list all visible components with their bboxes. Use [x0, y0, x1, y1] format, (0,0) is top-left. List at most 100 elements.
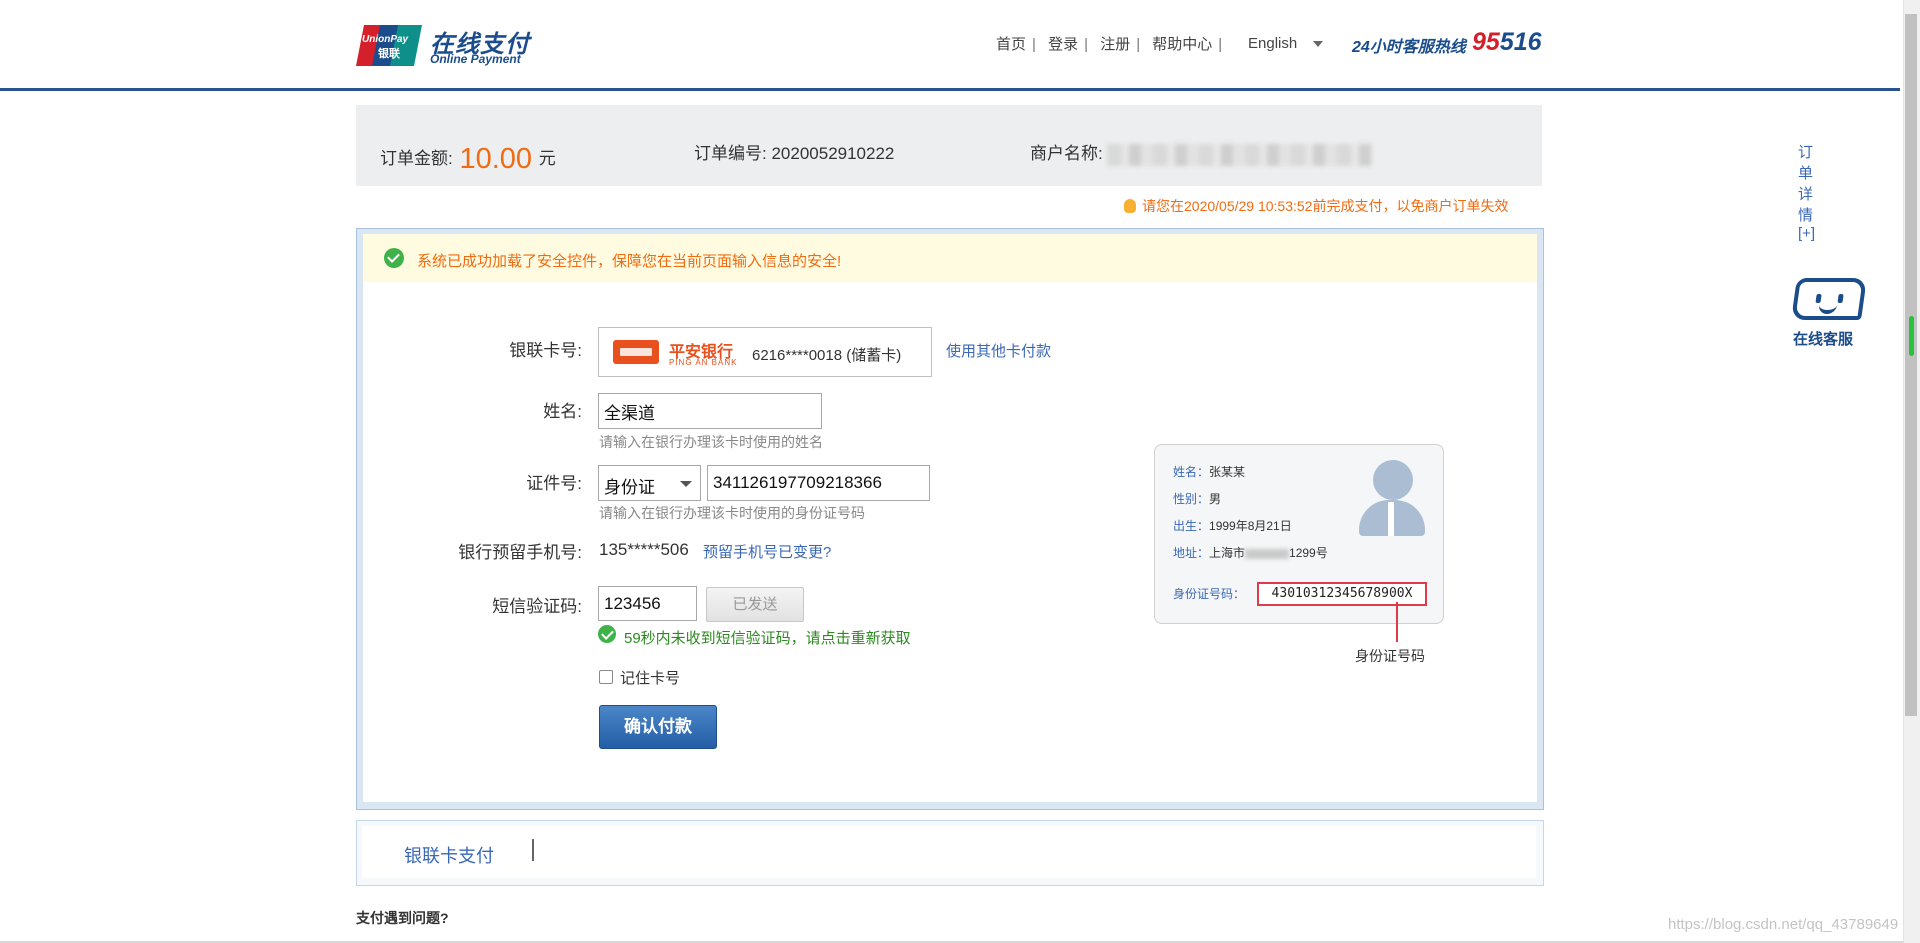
phone-changed-link[interactable]: 预留手机号已变更?: [703, 541, 831, 562]
deadline-notice: 请您在2020/05/29 10:53:52前完成支付，以免商户订单失效: [1124, 196, 1508, 216]
payment-problem-heading: 支付遇到问题?: [356, 910, 449, 926]
id-card-gender-val: 男: [1209, 492, 1222, 506]
page-header: UnionPay 银联 在线支付 Online Payment 首页 | 登录 | …: [0, 0, 1900, 91]
badge-cn-text: 银联: [378, 46, 400, 60]
online-service-label: 在线客服: [1793, 331, 1854, 348]
id-card-address-key: 地址：: [1173, 546, 1210, 560]
chat-face-icon: [1791, 278, 1867, 320]
hotline-number-part-b: 516: [1499, 28, 1542, 56]
nav-separator: |: [1084, 36, 1089, 53]
id-card-gender-key: 性别：: [1173, 492, 1210, 506]
amount-value: 10.00: [459, 143, 533, 175]
id-card-birth-row: 出生：1999年8月21日: [1173, 517, 1292, 534]
id-card-caption: 身份证号码: [1355, 648, 1425, 664]
bank-card-display: 平安银行 PING AN BANK 6216****0018 (储蓄卡): [598, 327, 932, 377]
nav-separator: |: [1136, 36, 1141, 53]
remember-card-label[interactable]: 记住卡号: [620, 667, 680, 688]
unionpay-logo[interactable]: UnionPay 银联 在线支付 Online Payment: [356, 23, 536, 69]
chat-mouth-icon: [1817, 302, 1838, 314]
nav-register-link[interactable]: 注册: [1100, 36, 1130, 53]
amount-label: 订单金额:: [380, 149, 453, 168]
hotline-number-part-a: 95: [1472, 28, 1500, 56]
nav-separator: |: [1032, 36, 1036, 53]
name-label: 姓名:: [543, 402, 582, 421]
order-detail-link[interactable]: 订单详情[+]: [1798, 141, 1815, 242]
payment-tabs-inner: 银联卡支付: [362, 826, 1536, 878]
language-label: English: [1248, 35, 1298, 52]
resend-sms-button[interactable]: 已发送: [706, 587, 804, 622]
dropdown-arrow-icon: [680, 481, 692, 487]
phone-value: 135*****506: [599, 540, 689, 559]
avatar-tie-icon: [1388, 502, 1394, 536]
avatar-head-icon: [1373, 460, 1413, 500]
id-type-select[interactable]: 身份证: [598, 465, 701, 501]
id-card-address-row: 地址：上海市 1299号: [1173, 544, 1328, 561]
watermark: https://blog.csdn.net/qq_43789649: [1668, 916, 1899, 933]
phone-label: 银行预留手机号:: [458, 543, 582, 562]
scroll-marker: [1909, 316, 1914, 356]
name-input[interactable]: [598, 393, 822, 429]
check-circle-icon: [384, 248, 404, 268]
id-card-illustration: 姓名：张某某 性别：男 出生：1999年8月21日 地址：上海市 1299号 身份…: [1154, 444, 1444, 624]
nav-separator: |: [1218, 36, 1223, 53]
merchant-name: 商户名称:: [1030, 139, 1373, 166]
id-number-input[interactable]: [707, 465, 930, 501]
id-card-address-b: 1299号: [1289, 546, 1328, 560]
sms-label: 短信验证码:: [492, 597, 582, 616]
sms-code-input[interactable]: [598, 586, 697, 621]
unionpay-badge-icon: UnionPay 银联: [356, 25, 422, 66]
sms-tip: 59秒内未收到短信验证码，请点击重新获取: [624, 630, 911, 647]
security-notice-text: 系统已成功加载了安全控件，保障您在当前页面输入信息的安全!: [417, 253, 842, 270]
order-no-value: 2020052910222: [771, 144, 895, 163]
pingan-bank-icon: [613, 340, 659, 364]
confirm-payment-button[interactable]: 确认付款: [599, 705, 717, 749]
check-circle-icon: [598, 625, 616, 643]
use-other-card-link[interactable]: 使用其他卡付款: [946, 340, 1051, 361]
id-card-gender-row: 性别：男: [1173, 490, 1221, 507]
nav-login-link[interactable]: 登录: [1048, 36, 1078, 53]
id-card-birth-val: 1999年8月21日: [1209, 519, 1292, 533]
id-hint: 请输入在银行办理该卡时使用的身份证号码: [599, 505, 865, 521]
bank-name-en: PING AN BANK: [669, 358, 738, 367]
card-number: 6216****0018 (储蓄卡): [752, 347, 902, 364]
hotline-label: 24小时客服热线: [1352, 39, 1466, 56]
merchant-label: 商户名称:: [1030, 144, 1103, 163]
order-number: 订单编号: 2020052910222: [694, 139, 894, 164]
id-card-name-val: 张某某: [1209, 465, 1246, 479]
scrollbar-thumb[interactable]: [1905, 14, 1917, 716]
id-label: 证件号:: [526, 474, 582, 493]
id-type-value: 身份证: [604, 478, 655, 497]
card-label: 银联卡号:: [509, 341, 582, 360]
merchant-name-blurred: [1107, 143, 1373, 166]
id-card-address-a: 上海市: [1209, 546, 1246, 560]
hotline-number: 95516: [1472, 28, 1542, 57]
language-selector[interactable]: English: [1248, 35, 1324, 52]
deadline-text: 请您在2020/05/29 10:53:52前完成支付，以免商户订单失效: [1142, 198, 1509, 214]
nav-help-link[interactable]: 帮助中心: [1152, 36, 1212, 53]
address-blurred: [1245, 548, 1290, 559]
id-card-number-key: 身份证号码：: [1173, 587, 1246, 601]
id-card-number-highlight: 43010312345678900X: [1257, 582, 1427, 606]
lightbulb-icon: [1124, 199, 1136, 214]
id-card-name-row: 姓名：张某某: [1173, 463, 1245, 480]
security-notice: 系统已成功加载了安全控件，保障您在当前页面输入信息的安全!: [363, 234, 1537, 282]
id-card-number-row: 身份证号码：: [1173, 585, 1245, 602]
online-service-widget[interactable]: 在线客服: [1788, 276, 1878, 348]
order-amount: 订单金额: 10.00 元: [380, 139, 556, 175]
logo-subtitle: Online Payment: [430, 52, 521, 66]
order-no-label: 订单编号:: [694, 144, 767, 163]
callout-line: [1396, 602, 1398, 642]
id-card-birth-key: 出生：: [1173, 519, 1210, 533]
top-nav: 首页 | 登录 | 注册 | 帮助中心 |: [996, 33, 1230, 54]
chevron-down-icon: [1313, 41, 1324, 48]
tab-unionpay-card[interactable]: 银联卡支付: [404, 842, 494, 868]
currency-label: 元: [538, 149, 556, 168]
order-summary: 订单金额: 10.00 元 订单编号: 2020052910222 商户名称: …: [356, 105, 1815, 242]
tab-separator: [532, 839, 534, 861]
badge-top-text: UnionPay: [362, 34, 409, 45]
nav-home-link[interactable]: 首页: [996, 36, 1026, 53]
name-hint: 请输入在银行办理该卡时使用的姓名: [599, 434, 823, 450]
remember-card-checkbox[interactable]: [599, 670, 613, 684]
payment-tabs: 银联卡支付: [356, 820, 1544, 886]
id-card-name-key: 姓名：: [1173, 465, 1210, 479]
